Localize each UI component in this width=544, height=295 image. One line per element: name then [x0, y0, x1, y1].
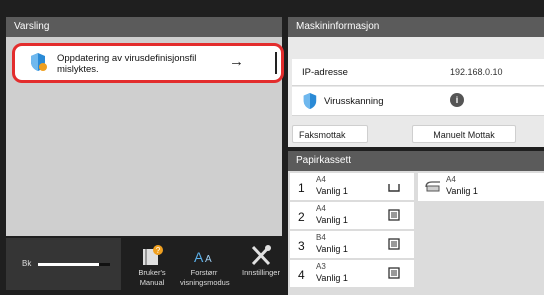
tray-paper-type: Vanlig 1: [316, 186, 348, 196]
bypass-tray-icon: [425, 181, 440, 192]
paper-tray-title: Papirkassett: [296, 155, 352, 166]
ip-value: 192.168.0.10: [450, 67, 503, 77]
settings-button[interactable]: Innstillinger: [235, 244, 287, 278]
manual-receive-button[interactable]: Manuelt Mottak: [412, 125, 516, 143]
tray-number: 1: [298, 181, 305, 195]
zoom-display-label: Forstørr visningsmodus: [180, 268, 230, 287]
tray-2[interactable]: 2 A4 Vanlig 1: [290, 202, 414, 229]
svg-text:A: A: [205, 254, 212, 265]
tray-paper-size: A4: [316, 175, 326, 184]
tray-1[interactable]: 1 A4 Vanlig 1: [290, 173, 414, 200]
ip-address-row: IP-adresse 192.168.0.10: [292, 59, 544, 86]
tray-4[interactable]: 4 A3 Vanlig 1: [290, 260, 414, 287]
toner-color-label: Bk: [22, 259, 32, 268]
tools-wrench-icon: [251, 245, 271, 266]
zoom-display-button[interactable]: A A Forstørr visningsmodus: [180, 244, 230, 288]
machine-info-panel: Maskininformasjon IP-adresse 192.168.0.1…: [288, 17, 544, 147]
machine-info-header: Maskininformasjon: [288, 17, 544, 37]
virus-scan-label: Virusskanning: [324, 96, 384, 107]
device-screen: Varsling Oppdatering av virusdefinisjons…: [0, 0, 544, 295]
text-zoom-icon: A A: [194, 249, 212, 265]
tray-3[interactable]: 3 B4 Vanlig 1: [290, 231, 414, 258]
user-manual-button[interactable]: ? Bruker's Manual: [130, 244, 174, 288]
tray-number: 2: [298, 210, 305, 224]
tray-paper-type: Vanlig 1: [316, 215, 348, 225]
bypass-paper-size: A4: [446, 175, 456, 184]
svg-text:A: A: [194, 249, 204, 265]
tray-empty-icon: [388, 184, 400, 192]
tray-number: 3: [298, 239, 305, 253]
user-manual-label: Bruker's Manual: [138, 268, 166, 287]
tray-paper-type: Vanlig 1: [316, 244, 348, 254]
tray-paper-size: A3: [316, 262, 326, 271]
svg-text:?: ?: [156, 246, 161, 255]
tray-paper-type: Vanlig 1: [316, 273, 348, 283]
bypass-tray[interactable]: A4 Vanlig 1: [418, 173, 544, 201]
notice-message: Oppdatering av virusdefinisjonsfil misly…: [57, 53, 197, 75]
machine-info-title: Maskininformasjon: [296, 21, 380, 32]
tray-number: 4: [298, 268, 305, 282]
tray-full-icon: [388, 238, 400, 250]
tray-paper-size: B4: [316, 233, 326, 242]
virus-scan-row[interactable]: Virusskanning i: [292, 87, 544, 116]
virus-update-failed-notice[interactable]: Oppdatering av virusdefinisjonsfil misly…: [12, 43, 284, 83]
info-icon[interactable]: i: [450, 93, 464, 107]
paper-tray-header: Papirkassett: [288, 151, 544, 171]
arrow-right-icon[interactable]: →: [229, 53, 244, 70]
notification-panel: Varsling Oppdatering av virusdefinisjons…: [6, 17, 284, 236]
tray-full-icon: [388, 267, 400, 279]
settings-label: Innstillinger: [242, 268, 280, 277]
scroll-indicator: [275, 52, 277, 74]
toner-level-fill: [38, 263, 100, 266]
manual-book-icon: ?: [143, 245, 163, 265]
fax-receive-button[interactable]: Faksmottak: [292, 125, 368, 143]
toner-level-panel: Bk: [6, 238, 121, 290]
tray-paper-size: A4: [316, 204, 326, 213]
shield-warning-icon: [31, 53, 47, 71]
tray-full-icon: [388, 209, 400, 221]
toner-level-bar: [38, 263, 110, 266]
notification-header: Varsling: [6, 17, 282, 37]
notification-title: Varsling: [14, 21, 50, 32]
paper-tray-panel: Papirkassett 1 A4 Vanlig 1 2 A4 Vanlig 1…: [288, 151, 544, 295]
ip-label: IP-adresse: [302, 67, 348, 78]
bypass-paper-type: Vanlig 1: [446, 186, 478, 196]
shield-icon: [303, 93, 317, 109]
